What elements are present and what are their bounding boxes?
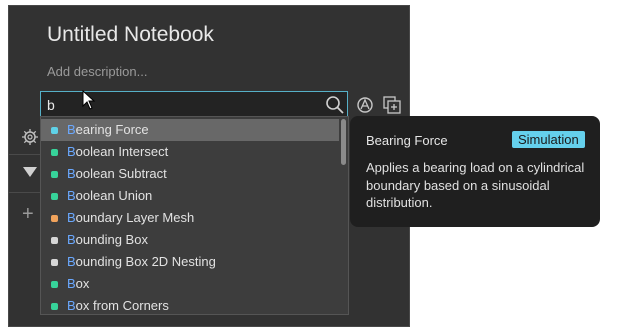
result-item[interactable]: Bearing Force bbox=[41, 119, 339, 141]
result-label: Bounding Box bbox=[67, 232, 148, 247]
result-label: Boolean Intersect bbox=[67, 144, 168, 159]
result-label-rest: oolean Intersect bbox=[75, 144, 169, 159]
result-label-rest: ounding Box 2D Nesting bbox=[75, 254, 216, 269]
plus-icon[interactable]: + bbox=[22, 204, 34, 224]
result-item[interactable]: Boolean Subtract bbox=[41, 163, 339, 185]
tooltip-title: Bearing Force bbox=[366, 133, 448, 148]
category-dot-icon bbox=[51, 281, 58, 288]
result-item[interactable]: Bounding Box 2D Nesting bbox=[41, 251, 339, 273]
scrollbar[interactable] bbox=[341, 119, 346, 165]
result-item[interactable]: Boolean Intersect bbox=[41, 141, 339, 163]
refresh-icon[interactable] bbox=[355, 95, 375, 115]
result-item[interactable]: Box bbox=[41, 273, 339, 295]
category-dot-icon bbox=[51, 303, 58, 310]
category-dot-icon bbox=[51, 193, 58, 200]
result-label: Box from Corners bbox=[67, 298, 169, 313]
result-label-match: B bbox=[67, 210, 76, 225]
result-label: Box bbox=[67, 276, 89, 291]
result-label-match: B bbox=[67, 254, 76, 269]
result-label-rest: oolean Subtract bbox=[75, 166, 167, 181]
description-field[interactable]: Add description... bbox=[47, 64, 147, 79]
result-label-match: B bbox=[67, 122, 76, 137]
result-label-rest: earing Force bbox=[75, 122, 149, 137]
result-label-match: B bbox=[67, 188, 76, 203]
category-dot-icon bbox=[51, 127, 58, 134]
category-dot-icon bbox=[51, 149, 58, 156]
result-item[interactable]: Bounding Box bbox=[41, 229, 339, 251]
result-label-match: B bbox=[67, 298, 76, 313]
result-item[interactable]: Boolean Union bbox=[41, 185, 339, 207]
add-layer-icon[interactable] bbox=[382, 95, 402, 115]
notebook-title[interactable]: Untitled Notebook bbox=[47, 23, 214, 47]
result-label-match: B bbox=[67, 166, 76, 181]
category-dot-icon bbox=[51, 215, 58, 222]
divider bbox=[9, 192, 40, 193]
category-dot-icon bbox=[51, 259, 58, 266]
search-results-dropdown: Bearing Force Boolean Intersect Boolean Su… bbox=[40, 116, 349, 315]
tooltip-description: Applies a bearing load on a cylindrical … bbox=[366, 160, 585, 210]
search-icon[interactable] bbox=[325, 95, 345, 115]
result-label: Boolean Subtract bbox=[67, 166, 167, 181]
result-label-rest: oundary Layer Mesh bbox=[75, 210, 195, 225]
result-item[interactable]: Box from Corners bbox=[41, 295, 339, 314]
divider bbox=[9, 154, 40, 155]
result-label-rest: ox bbox=[75, 276, 90, 291]
result-label: Boolean Union bbox=[67, 188, 152, 203]
mouse-cursor-icon bbox=[82, 90, 96, 110]
result-label: Boundary Layer Mesh bbox=[67, 210, 194, 225]
result-label-rest: oolean Union bbox=[75, 188, 153, 203]
result-label-rest: ox from Corners bbox=[75, 298, 169, 313]
result-label-rest: ounding Box bbox=[75, 232, 148, 247]
triangle-down-icon[interactable] bbox=[22, 166, 38, 178]
result-label-match: B bbox=[67, 276, 76, 291]
category-dot-icon bbox=[51, 171, 58, 178]
result-label-match: B bbox=[67, 144, 76, 159]
result-label: Bounding Box 2D Nesting bbox=[67, 254, 216, 269]
category-dot-icon bbox=[51, 237, 58, 244]
result-label-match: B bbox=[67, 232, 76, 247]
tooltip: Bearing Force Simulation Applies a beari… bbox=[350, 116, 600, 227]
category-badge: Simulation bbox=[512, 131, 585, 148]
gear-icon[interactable] bbox=[21, 128, 39, 146]
result-item[interactable]: Boundary Layer Mesh bbox=[41, 207, 339, 229]
result-label: Bearing Force bbox=[67, 122, 149, 137]
search-query[interactable]: b bbox=[47, 97, 55, 113]
